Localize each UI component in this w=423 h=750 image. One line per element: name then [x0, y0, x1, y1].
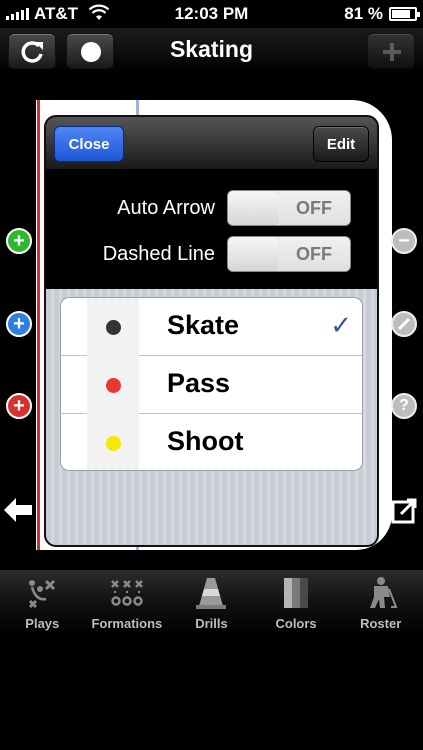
- line-type-skate-row[interactable]: Skate ✓: [61, 298, 362, 356]
- line-style-popover: Close Edit Auto Arrow OFF Dashed Line OF…: [46, 117, 377, 545]
- auto-arrow-label: Auto Arrow: [117, 196, 215, 219]
- battery-percent: 81 %: [344, 4, 383, 23]
- line-type-label: Pass: [167, 368, 231, 398]
- checkmark-icon: ✓: [330, 310, 352, 340]
- tab-plays[interactable]: Plays: [0, 570, 85, 636]
- plus-icon: +: [13, 395, 25, 417]
- left-arrow-icon: [4, 498, 32, 522]
- tab-label: Drills: [195, 616, 228, 631]
- drills-cone-icon: [196, 578, 227, 609]
- toggle-state: OFF: [278, 191, 350, 225]
- question-icon: ?: [399, 397, 409, 414]
- nav-bar: Skating: [0, 28, 423, 74]
- edit-button[interactable]: Edit: [313, 126, 369, 162]
- tab-roster[interactable]: Roster: [338, 570, 423, 636]
- dashed-line-label: Dashed Line: [102, 242, 215, 265]
- toggle-state: OFF: [278, 237, 350, 271]
- tab-colors[interactable]: Colors: [254, 570, 339, 636]
- plus-icon: +: [13, 230, 25, 252]
- zoom-out-button[interactable]: −: [391, 228, 417, 254]
- share-icon: [391, 498, 417, 524]
- add-green-player-button[interactable]: +: [6, 228, 32, 254]
- add-red-player-button[interactable]: +: [6, 393, 32, 419]
- plus-icon: [383, 43, 401, 61]
- formations-icon: [111, 580, 143, 606]
- status-bar: AT&T 12:03 PM 81 %: [0, 0, 423, 28]
- draw-button[interactable]: [391, 311, 417, 337]
- line-type-list-area: Skate ✓ Pass Shoot: [46, 289, 377, 545]
- pass-color-dot: [106, 378, 121, 393]
- dashed-line-row: Dashed Line OFF: [103, 236, 351, 272]
- line-type-shoot-row[interactable]: Shoot: [61, 414, 362, 470]
- roster-player-icon: [369, 577, 398, 608]
- line-type-label: Skate: [167, 310, 240, 340]
- line-type-table: Skate ✓ Pass Shoot: [60, 297, 363, 471]
- tab-bar: Plays Formations Drills Colors Roster: [0, 570, 423, 636]
- share-button[interactable]: [391, 498, 417, 524]
- tab-formations[interactable]: Formations: [85, 570, 170, 636]
- popover-header: Close Edit: [46, 117, 377, 169]
- tab-label: Roster: [360, 616, 402, 631]
- colors-icon: [284, 578, 309, 608]
- help-button[interactable]: ?: [391, 393, 417, 419]
- line-type-pass-row[interactable]: Pass: [61, 356, 362, 414]
- shoot-color-dot: [106, 436, 121, 451]
- dashed-line-toggle[interactable]: OFF: [227, 236, 351, 272]
- auto-arrow-row: Auto Arrow OFF: [117, 190, 351, 226]
- toggle-knob: [228, 191, 280, 225]
- pencil-icon: [397, 317, 411, 331]
- tab-label: Formations: [91, 616, 163, 631]
- page-title: Skating: [169, 36, 254, 62]
- tab-label: Colors: [275, 616, 317, 631]
- plays-icon: [29, 579, 56, 609]
- line-type-label: Shoot: [167, 426, 244, 456]
- minus-icon: −: [398, 230, 410, 252]
- auto-arrow-toggle[interactable]: OFF: [227, 190, 351, 226]
- plus-icon: +: [13, 313, 25, 335]
- battery-icon: [389, 7, 420, 21]
- toggle-knob: [228, 237, 280, 271]
- tab-label: Plays: [25, 616, 60, 631]
- add-button[interactable]: [367, 33, 415, 69]
- close-button[interactable]: Close: [54, 126, 124, 162]
- back-arrow-button[interactable]: [4, 498, 32, 522]
- skate-color-dot: [106, 320, 121, 335]
- tab-drills[interactable]: Drills: [169, 570, 254, 636]
- red-line: [37, 100, 40, 550]
- add-blue-player-button[interactable]: +: [6, 311, 32, 337]
